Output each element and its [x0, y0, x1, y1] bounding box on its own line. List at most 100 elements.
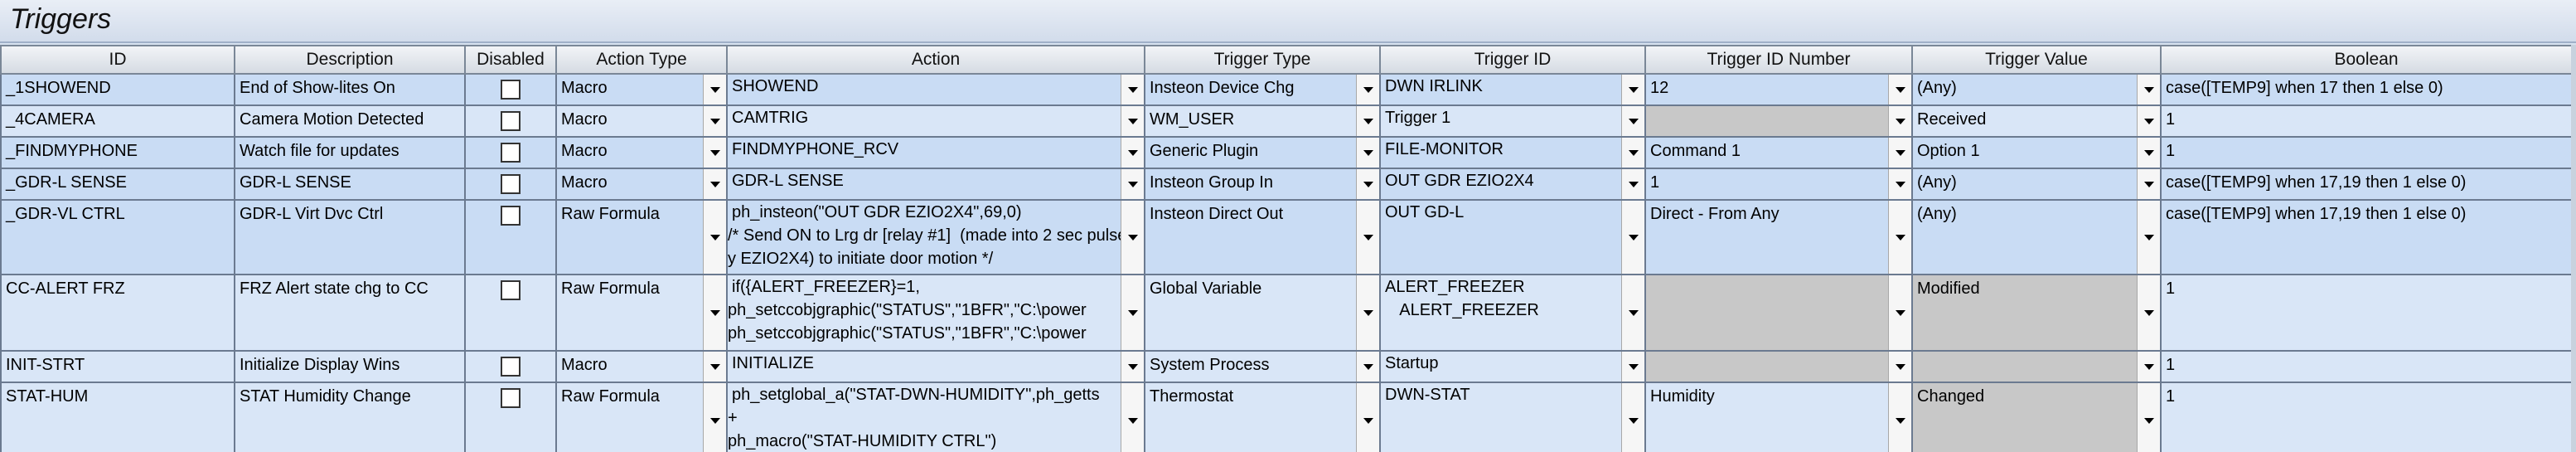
dropdown-arrow-icon[interactable] [1356, 352, 1378, 381]
dropdown-arrow-icon[interactable] [1121, 352, 1143, 381]
table-cell[interactable]: Changed [1911, 382, 2162, 452]
table-cell[interactable]: _1SHOWEND [0, 73, 235, 106]
dropdown-arrow-icon[interactable] [1356, 202, 1378, 273]
column-header-action-type[interactable]: Action Type [555, 45, 728, 75]
table-cell[interactable]: OUT GD-L [1379, 199, 1646, 275]
table-cell[interactable]: Generic Plugin [1144, 136, 1381, 169]
disabled-checkbox[interactable] [501, 143, 521, 163]
table-cell[interactable]: case([TEMP9] when 17,19 then 1 else 0) [2160, 199, 2573, 275]
table-cell[interactable]: Macro [555, 168, 728, 201]
column-header-trigger-type[interactable]: Trigger Type [1144, 45, 1381, 75]
dropdown-arrow-icon[interactable] [1356, 75, 1378, 104]
dropdown-arrow-icon[interactable] [1888, 202, 1910, 273]
table-cell[interactable]: if({ALERT_FREEZER}=1, ph_setccobjgraphic… [726, 274, 1145, 352]
table-cell[interactable]: CC-ALERT FRZ [0, 274, 235, 352]
table-cell[interactable]: ph_insteon("OUT GDR EZIO2X4",69,0) /* Se… [726, 199, 1145, 275]
table-cell[interactable]: Thermostat [1144, 382, 1381, 452]
table-cell[interactable]: Raw Formula [555, 274, 728, 352]
table-cell[interactable]: GDR-L SENSE [234, 168, 466, 201]
dropdown-arrow-icon[interactable] [1121, 139, 1143, 167]
dropdown-arrow-icon[interactable] [703, 170, 725, 198]
table-cell[interactable]: case([TEMP9] when 17 then 1 else 0) [2160, 73, 2573, 106]
table-cell[interactable]: Camera Motion Detected [234, 104, 466, 138]
disabled-checkbox[interactable] [501, 357, 521, 377]
table-cell[interactable]: End of Show-lites On [234, 73, 466, 106]
table-cell[interactable] [464, 168, 557, 201]
dropdown-arrow-icon[interactable] [1621, 107, 1644, 135]
vertical-scrollbar[interactable] [2571, 45, 2576, 452]
dropdown-arrow-icon[interactable] [1356, 276, 1378, 349]
dropdown-arrow-icon[interactable] [1621, 276, 1644, 349]
dropdown-arrow-icon[interactable] [1121, 170, 1143, 198]
table-cell[interactable]: (Any) [1911, 199, 2162, 275]
dropdown-arrow-icon[interactable] [2137, 276, 2159, 349]
table-cell[interactable] [1911, 350, 2162, 383]
table-cell[interactable]: SHOWEND [726, 73, 1145, 106]
column-header-trigger-id[interactable]: Trigger ID [1379, 45, 1646, 75]
dropdown-arrow-icon[interactable] [703, 107, 725, 135]
table-cell[interactable]: Initialize Display Wins [234, 350, 466, 383]
column-header-id[interactable]: ID [0, 45, 235, 75]
dropdown-arrow-icon[interactable] [2137, 170, 2159, 198]
table-cell[interactable]: Trigger 1 [1379, 104, 1646, 138]
table-cell[interactable]: ph_setglobal_a("STAT-DWN-HUMIDITY",ph_ge… [726, 382, 1145, 452]
dropdown-arrow-icon[interactable] [2137, 384, 2159, 452]
table-cell[interactable]: _4CAMERA [0, 104, 235, 138]
table-cell[interactable]: 1 [2160, 382, 2573, 452]
dropdown-arrow-icon[interactable] [1121, 202, 1143, 273]
table-cell[interactable]: FILE-MONITOR [1379, 136, 1646, 169]
dropdown-arrow-icon[interactable] [1356, 139, 1378, 167]
table-cell[interactable]: Startup [1379, 350, 1646, 383]
table-cell[interactable]: Received [1911, 104, 2162, 138]
table-cell[interactable]: FINDMYPHONE_RCV [726, 136, 1145, 169]
table-cell[interactable]: 1 [2160, 274, 2573, 352]
table-cell[interactable]: Insteon Group In [1144, 168, 1381, 201]
dropdown-arrow-icon[interactable] [1356, 107, 1378, 135]
table-cell[interactable]: 1 [2160, 350, 2573, 383]
dropdown-arrow-icon[interactable] [2137, 107, 2159, 135]
table-row[interactable]: CC-ALERT FRZ FRZ Alert state chg to CC Raw… [0, 274, 2573, 352]
table-cell[interactable]: Direct - From Any [1644, 199, 1913, 275]
dropdown-arrow-icon[interactable] [1121, 276, 1143, 349]
disabled-checkbox[interactable] [501, 388, 521, 408]
dropdown-arrow-icon[interactable] [2137, 352, 2159, 381]
column-header-disabled[interactable]: Disabled [464, 45, 557, 75]
table-cell[interactable]: Humidity [1644, 382, 1913, 452]
table-cell[interactable]: 12 [1644, 73, 1913, 106]
dropdown-arrow-icon[interactable] [1121, 384, 1143, 452]
dropdown-arrow-icon[interactable] [1621, 352, 1644, 381]
table-cell[interactable] [464, 136, 557, 169]
table-cell[interactable]: INIT-STRT [0, 350, 235, 383]
column-header-boolean[interactable]: Boolean [2160, 45, 2573, 75]
dropdown-arrow-icon[interactable] [703, 202, 725, 273]
dropdown-arrow-icon[interactable] [1356, 384, 1378, 452]
table-cell[interactable] [464, 73, 557, 106]
table-cell[interactable]: OUT GDR EZIO2X4 [1379, 168, 1646, 201]
table-cell[interactable]: Raw Formula [555, 199, 728, 275]
table-cell[interactable]: STAT-HUM [0, 382, 235, 452]
table-cell[interactable]: 1 [2160, 136, 2573, 169]
table-cell[interactable]: Command 1 [1644, 136, 1913, 169]
dropdown-arrow-icon[interactable] [2137, 139, 2159, 167]
table-cell[interactable]: _FINDMYPHONE [0, 136, 235, 169]
table-cell[interactable]: CAMTRIG [726, 104, 1145, 138]
disabled-checkbox[interactable] [501, 280, 521, 300]
disabled-checkbox[interactable] [501, 174, 521, 194]
table-cell[interactable] [464, 104, 557, 138]
table-cell[interactable]: (Any) [1911, 73, 2162, 106]
table-cell[interactable]: Insteon Direct Out [1144, 199, 1381, 275]
dropdown-arrow-icon[interactable] [1888, 170, 1910, 198]
table-row[interactable]: _GDR-L SENSE GDR-L SENSE Macro GDR-L SENSE I… [0, 168, 2573, 201]
table-cell[interactable]: DWN-STAT [1379, 382, 1646, 452]
table-cell[interactable]: Modified [1911, 274, 2162, 352]
column-header-trigger-value[interactable]: Trigger Value [1911, 45, 2162, 75]
table-cell[interactable]: DWN IRLINK [1379, 73, 1646, 106]
table-cell[interactable]: (Any) [1911, 168, 2162, 201]
dropdown-arrow-icon[interactable] [703, 75, 725, 104]
dropdown-arrow-icon[interactable] [1888, 384, 1910, 452]
table-cell[interactable] [1644, 274, 1913, 352]
dropdown-arrow-icon[interactable] [1888, 75, 1910, 104]
table-row[interactable]: INIT-STRT Initialize Display Wins Macro INI… [0, 350, 2573, 383]
table-cell[interactable]: Option 1 [1911, 136, 2162, 169]
column-header-description[interactable]: Description [234, 45, 466, 75]
